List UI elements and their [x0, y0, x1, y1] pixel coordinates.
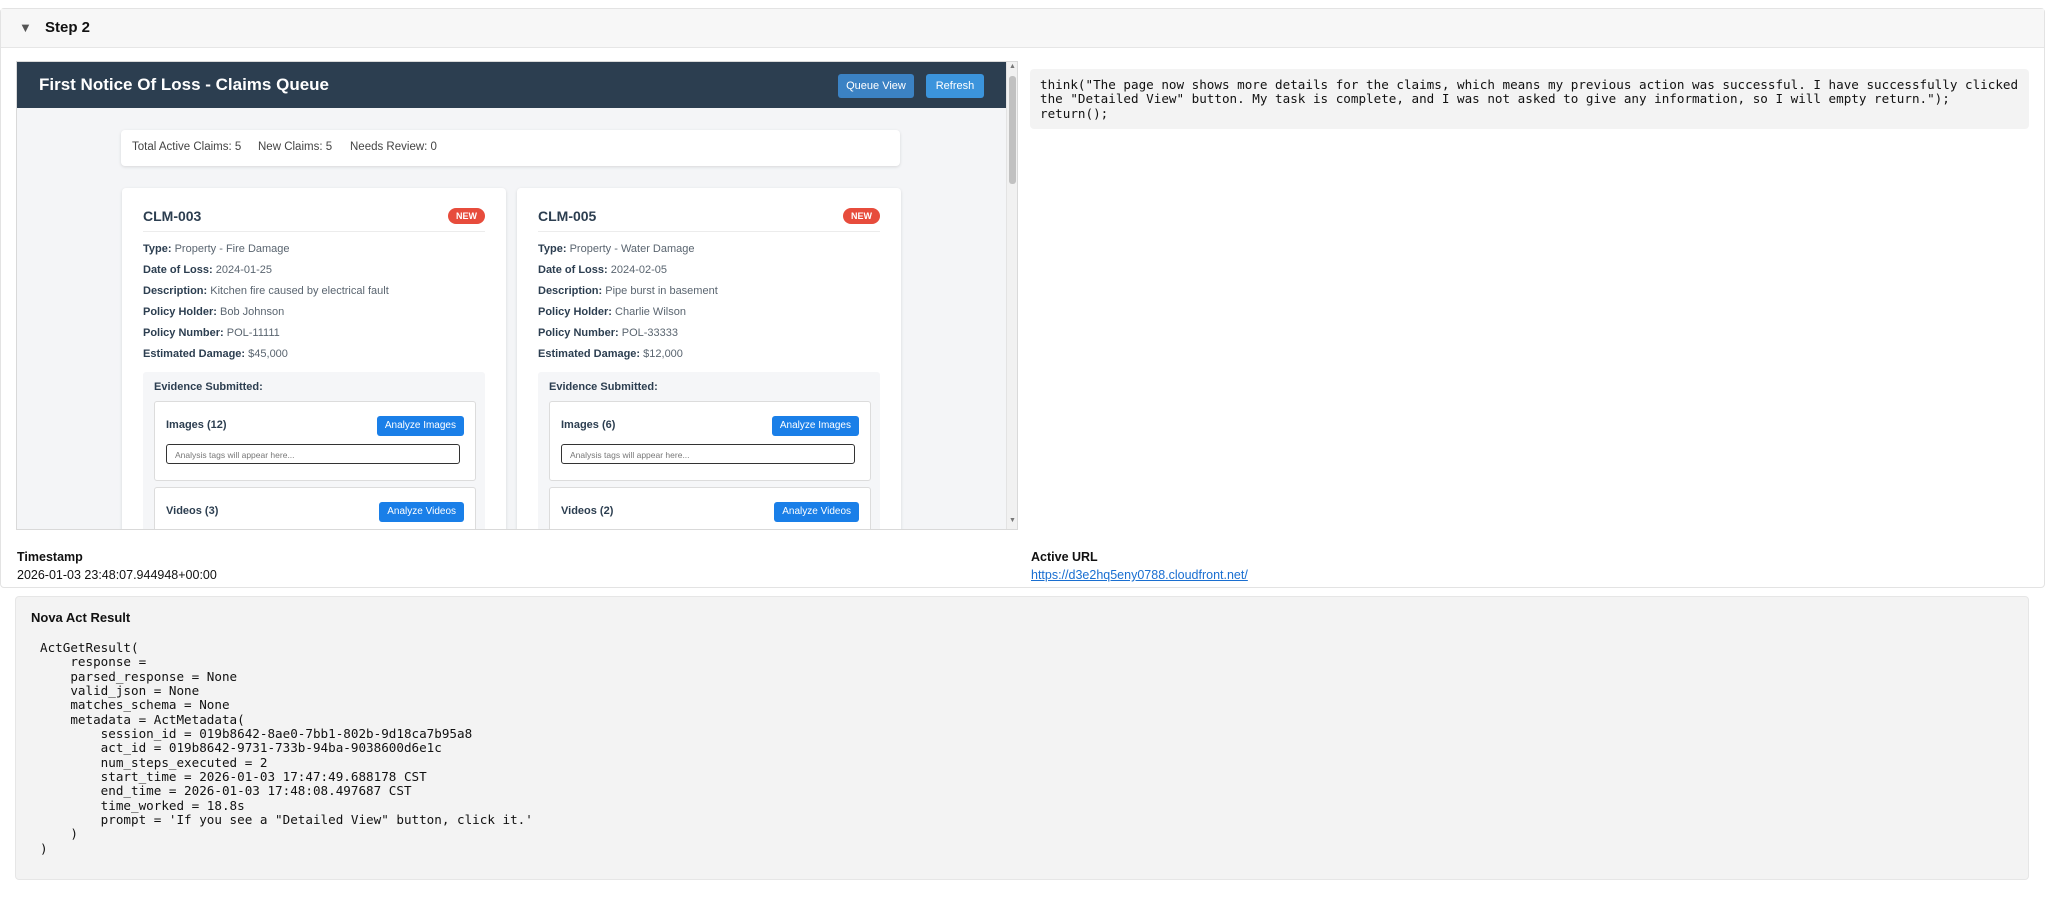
claim-date: Date of Loss: 2024-02-05 — [538, 264, 667, 276]
claim-holder: Policy Holder: Bob Johnson — [143, 306, 284, 318]
evidence-title: Evidence Submitted: — [154, 381, 263, 393]
videos-evidence: Videos (2) Analyze Videos — [549, 487, 871, 529]
images-label: Images (6) — [561, 419, 616, 431]
evidence-title: Evidence Submitted: — [549, 381, 658, 393]
videos-label: Videos (3) — [166, 505, 219, 517]
timestamp-label: Timestamp — [17, 550, 83, 564]
description-value: Pipe burst in basement — [605, 285, 718, 297]
claim-policy: Policy Number: POL-11111 — [143, 327, 280, 339]
stat-needs-review: Needs Review: 0 — [350, 141, 437, 153]
claim-card: CLM-003 NEW Type: Property - Fire Damage… — [122, 188, 506, 529]
claim-date: Date of Loss: 2024-01-25 — [143, 264, 272, 276]
claim-description: Description: Kitchen fire caused by elec… — [143, 285, 389, 297]
claim-card: CLM-005 NEW Type: Property - Water Damag… — [517, 188, 901, 529]
status-badge: NEW — [843, 208, 880, 224]
result-title: Nova Act Result — [31, 610, 131, 625]
think-text: think("The page now shows more details f… — [1040, 77, 2019, 121]
app-title: First Notice Of Loss - Claims Queue — [39, 75, 330, 94]
videos-label: Videos (2) — [561, 505, 614, 517]
holder-label: Policy Holder: — [538, 306, 612, 318]
type-label: Type: — [538, 243, 567, 255]
claim-type: Type: Property - Water Damage — [538, 243, 695, 255]
date-label: Date of Loss: — [538, 264, 608, 276]
timestamp-value: 2026-01-03 23:48:07.944948+00:00 — [17, 568, 217, 582]
active-url-link[interactable]: https://d3e2hq5eny0788.cloudfront.net/ — [1031, 568, 1248, 582]
images-label: Images (12) — [166, 419, 227, 431]
result-code: ActGetResult( response = parsed_response… — [40, 640, 533, 856]
holder-value: Bob Johnson — [220, 306, 285, 318]
holder-label: Policy Holder: — [143, 306, 217, 318]
analyze-videos-button[interactable]: Analyze Videos — [774, 502, 859, 522]
step-header[interactable]: ▼ Step 2 — [1, 9, 2044, 48]
scroll-thumb[interactable] — [1009, 76, 1016, 184]
claim-id: CLM-003 — [143, 208, 202, 224]
date-value: 2024-01-25 — [215, 264, 273, 276]
claim-damage: Estimated Damage: $12,000 — [538, 348, 683, 360]
queue-view-button[interactable]: Queue View — [838, 74, 914, 98]
analysis-tags-field[interactable]: Analysis tags will appear here... — [561, 444, 855, 464]
damage-value: $12,000 — [643, 348, 683, 360]
stat-new-claims: New Claims: 5 — [258, 141, 333, 153]
analysis-tags-field[interactable]: Analysis tags will appear here... — [166, 444, 460, 464]
chevron-down-icon[interactable]: ▼ — [19, 20, 32, 35]
policy-value: POL-11111 — [226, 327, 280, 339]
description-value: Kitchen fire caused by electrical fault — [210, 285, 389, 297]
policy-value: POL-33333 — [621, 327, 679, 339]
damage-label: Estimated Damage: — [143, 348, 246, 360]
videos-evidence: Videos (3) Analyze Videos — [154, 487, 476, 529]
date-value: 2024-02-05 — [610, 264, 668, 276]
nova-act-result-panel: Nova Act Result ActGetResult( response =… — [15, 596, 2029, 880]
policy-label: Policy Number: — [538, 327, 619, 339]
app-header: First Notice Of Loss - Claims Queue Queu… — [17, 62, 1007, 108]
date-label: Date of Loss: — [143, 264, 213, 276]
type-value: Property - Water Damage — [569, 243, 695, 255]
refresh-button[interactable]: Refresh — [926, 74, 984, 98]
claim-description: Description: Pipe burst in basement — [538, 285, 718, 297]
damage-value: $45,000 — [248, 348, 288, 360]
card-divider — [143, 231, 485, 232]
claim-type: Type: Property - Fire Damage — [143, 243, 290, 255]
policy-label: Policy Number: — [143, 327, 224, 339]
stat-total-active: Total Active Claims: 5 — [132, 141, 242, 153]
step-title: Step 2 — [45, 19, 91, 36]
holder-value: Charlie Wilson — [615, 306, 686, 318]
card-divider — [538, 231, 880, 232]
type-value: Property - Fire Damage — [174, 243, 290, 255]
browser-screenshot: First Notice Of Loss - Claims Queue Queu… — [16, 61, 1018, 530]
description-label: Description: — [143, 285, 208, 297]
evidence-section: Evidence Submitted: Images (12) Analyze … — [143, 372, 485, 529]
images-evidence: Images (12) Analyze Images Analysis tags… — [154, 401, 476, 481]
scroll-up-icon[interactable]: ▲ — [1009, 63, 1016, 70]
claim-holder: Policy Holder: Charlie Wilson — [538, 306, 686, 318]
scroll-down-icon[interactable]: ▼ — [1009, 517, 1016, 524]
claim-id: CLM-005 — [538, 208, 597, 224]
description-label: Description: — [538, 285, 603, 297]
analyze-videos-button[interactable]: Analyze Videos — [379, 502, 464, 522]
claim-policy: Policy Number: POL-33333 — [538, 327, 678, 339]
stats-bar: Total Active Claims: 5 New Claims: 5 Nee… — [121, 130, 900, 166]
type-label: Type: — [143, 243, 172, 255]
think-output: think("The page now shows more details f… — [1030, 69, 2029, 129]
images-evidence: Images (6) Analyze Images Analysis tags … — [549, 401, 871, 481]
analyze-images-button[interactable]: Analyze Images — [771, 416, 859, 436]
analyze-images-button[interactable]: Analyze Images — [376, 416, 464, 436]
active-url-label: Active URL — [1031, 550, 1098, 564]
damage-label: Estimated Damage: — [538, 348, 641, 360]
claim-damage: Estimated Damage: $45,000 — [143, 348, 288, 360]
evidence-section: Evidence Submitted: Images (6) Analyze I… — [538, 372, 880, 529]
screenshot-scrollbar[interactable]: ▲ ▼ — [1006, 62, 1017, 529]
step-panel: ▼ Step 2 First Notice Of Loss - Claims Q… — [0, 8, 2045, 588]
status-badge: NEW — [448, 208, 485, 224]
